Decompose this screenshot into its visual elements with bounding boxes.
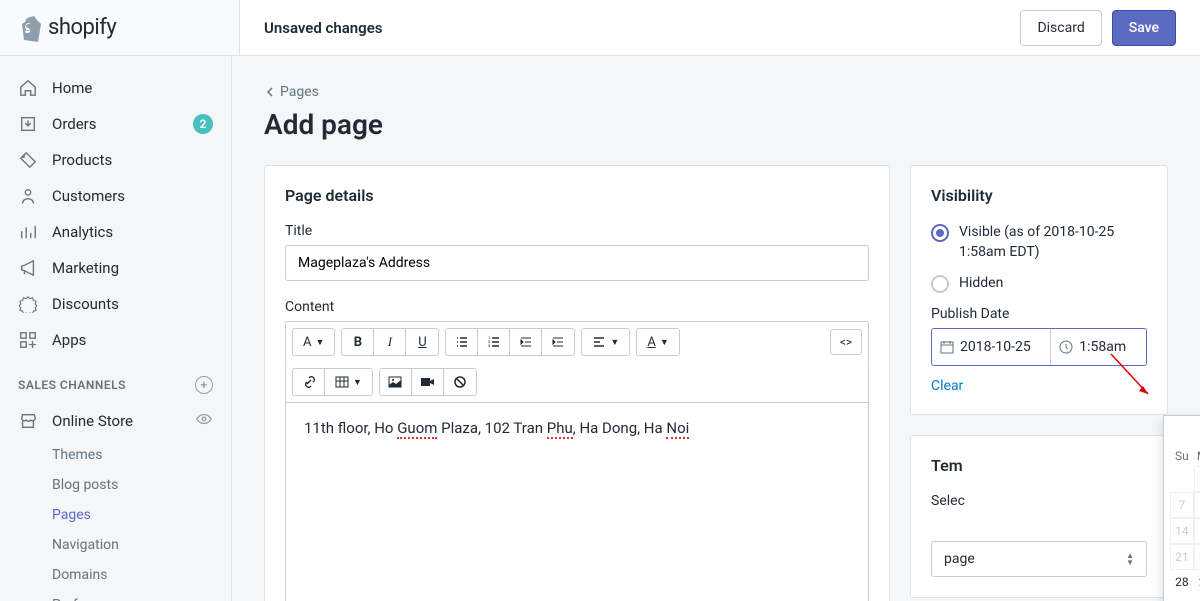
main-content: Pages Add page Page details Title Conten… [232, 56, 1200, 601]
top-bar: shopify Unsaved changes Discard Save [0, 0, 1200, 56]
sales-channels-header: SALES CHANNELS + [0, 358, 231, 402]
clear-format-button[interactable] [444, 369, 476, 395]
video-button[interactable] [412, 369, 444, 395]
image-button[interactable] [380, 369, 412, 395]
outdent-button[interactable] [510, 329, 542, 355]
customers-icon [18, 186, 38, 206]
number-list-button[interactable]: 123 [478, 329, 510, 355]
nav-online-store[interactable]: Online Store [0, 402, 231, 440]
calendar-day[interactable]: 29 [1194, 570, 1200, 594]
publish-time-input[interactable]: 1:58am [1051, 329, 1146, 365]
publish-date-row: 2018-10-25 1:58am [931, 328, 1147, 366]
indent-button[interactable] [542, 329, 574, 355]
clear-date-link[interactable]: Clear [931, 378, 1147, 394]
sidebar-subitem-blog-posts[interactable]: Blog posts [0, 470, 231, 500]
topbar-actions: Discard Save [1020, 10, 1176, 46]
calendar-day[interactable]: 28 [1170, 570, 1194, 594]
marketing-icon [18, 258, 38, 278]
save-button[interactable]: Save [1112, 10, 1176, 46]
visibility-visible-option[interactable]: Visible (as of 2018-10-25 1:58am EDT) [931, 223, 1147, 262]
link-button[interactable] [293, 369, 325, 395]
editor-toolbar: A▼ B I U 123 [285, 321, 869, 362]
template-select[interactable]: page ▲▼ [931, 541, 1147, 577]
publish-date-label: Publish Date [931, 306, 1147, 322]
analytics-icon [18, 222, 38, 242]
sidebar-subitem-navigation[interactable]: Navigation [0, 530, 231, 560]
home-icon [18, 78, 38, 98]
select-arrows-icon: ▲▼ [1126, 552, 1134, 566]
html-toggle-button[interactable]: <> [830, 329, 862, 355]
nav-products[interactable]: Products [0, 142, 231, 178]
calendar-day[interactable]: 22 [1194, 544, 1200, 570]
calendar-dow: Mo [1194, 446, 1200, 466]
radio-checked-icon [931, 224, 949, 242]
content-editor[interactable]: 11th floor, Ho Guom Plaza, 102 Tran Phu,… [285, 402, 869, 601]
template-heading: Tem [931, 456, 1147, 475]
bold-button[interactable]: B [342, 329, 374, 355]
visibility-heading: Visibility [931, 186, 1147, 205]
calendar-popup: October 2018 SuMoTuWeThFrSa 123456789101… [1163, 415, 1200, 601]
save-bar: Unsaved changes Discard Save [240, 10, 1200, 46]
content-label: Content [285, 299, 869, 315]
template-card: Tem Selec page ▲▼ [910, 435, 1168, 598]
visibility-hidden-option[interactable]: Hidden [931, 274, 1147, 294]
calendar-day[interactable]: 7 [1170, 492, 1194, 518]
calendar-day[interactable]: 14 [1170, 518, 1194, 544]
format-dropdown[interactable]: A▼ [293, 329, 334, 355]
bullet-list-button[interactable] [446, 329, 478, 355]
apps-icon [18, 330, 38, 350]
nav-orders[interactable]: Orders 2 [0, 106, 231, 142]
table-dropdown[interactable]: ▼ [325, 369, 372, 395]
svg-text:3: 3 [488, 343, 490, 348]
sidebar: Home Orders 2 Products Customers Analyti… [0, 56, 232, 601]
calendar-icon [940, 340, 954, 354]
orders-icon [18, 114, 38, 134]
sidebar-subitem-domains[interactable]: Domains [0, 560, 231, 590]
eye-icon[interactable] [195, 410, 213, 432]
publish-date-input[interactable]: 2018-10-25 [932, 329, 1051, 365]
page-details-heading: Page details [285, 186, 869, 205]
visibility-card: Visibility Visible (as of 2018-10-25 1:5… [910, 165, 1168, 415]
calendar-day[interactable]: 1 [1194, 466, 1200, 492]
sidebar-subitem-preferences[interactable]: Preferences [0, 590, 231, 601]
unsaved-changes-label: Unsaved changes [264, 19, 383, 37]
logo-area: shopify [0, 0, 240, 55]
add-channel-icon[interactable]: + [195, 376, 213, 394]
sidebar-subitem-pages[interactable]: Pages [0, 500, 231, 530]
align-dropdown[interactable]: ▼ [582, 329, 629, 355]
page-title: Add page [264, 108, 1168, 141]
underline-button[interactable]: U [406, 329, 438, 355]
breadcrumb-back[interactable]: Pages [264, 84, 1168, 100]
nav-apps[interactable]: Apps [0, 322, 231, 358]
calendar-day[interactable]: 8 [1194, 492, 1200, 518]
calendar-day[interactable]: 21 [1170, 544, 1194, 570]
nav-home[interactable]: Home [0, 70, 231, 106]
editor-toolbar-row2: ▼ [285, 362, 869, 402]
nav-customers[interactable]: Customers [0, 178, 231, 214]
logo-text: shopify [48, 15, 116, 40]
radio-unchecked-icon [931, 275, 949, 293]
template-select-label: Selec [931, 493, 1147, 509]
clock-icon [1059, 340, 1073, 354]
text-color-dropdown[interactable]: A▼ [637, 329, 678, 355]
nav-marketing[interactable]: Marketing [0, 250, 231, 286]
products-icon [18, 150, 38, 170]
title-label: Title [285, 223, 869, 239]
nav-discounts[interactable]: Discounts [0, 286, 231, 322]
online-store-icon [18, 411, 38, 431]
discard-button[interactable]: Discard [1020, 10, 1101, 46]
chevron-left-icon [264, 86, 276, 98]
shopify-logo-icon [18, 14, 42, 42]
discounts-icon [18, 294, 38, 314]
page-details-card: Page details Title Content A▼ [264, 165, 890, 601]
italic-button[interactable]: I [374, 329, 406, 355]
calendar-day[interactable]: 15 [1194, 518, 1200, 544]
orders-badge: 2 [193, 114, 213, 134]
nav-analytics[interactable]: Analytics [0, 214, 231, 250]
sidebar-subitem-themes[interactable]: Themes [0, 440, 231, 470]
calendar-dow: Su [1170, 446, 1194, 466]
title-input[interactable] [285, 245, 869, 281]
